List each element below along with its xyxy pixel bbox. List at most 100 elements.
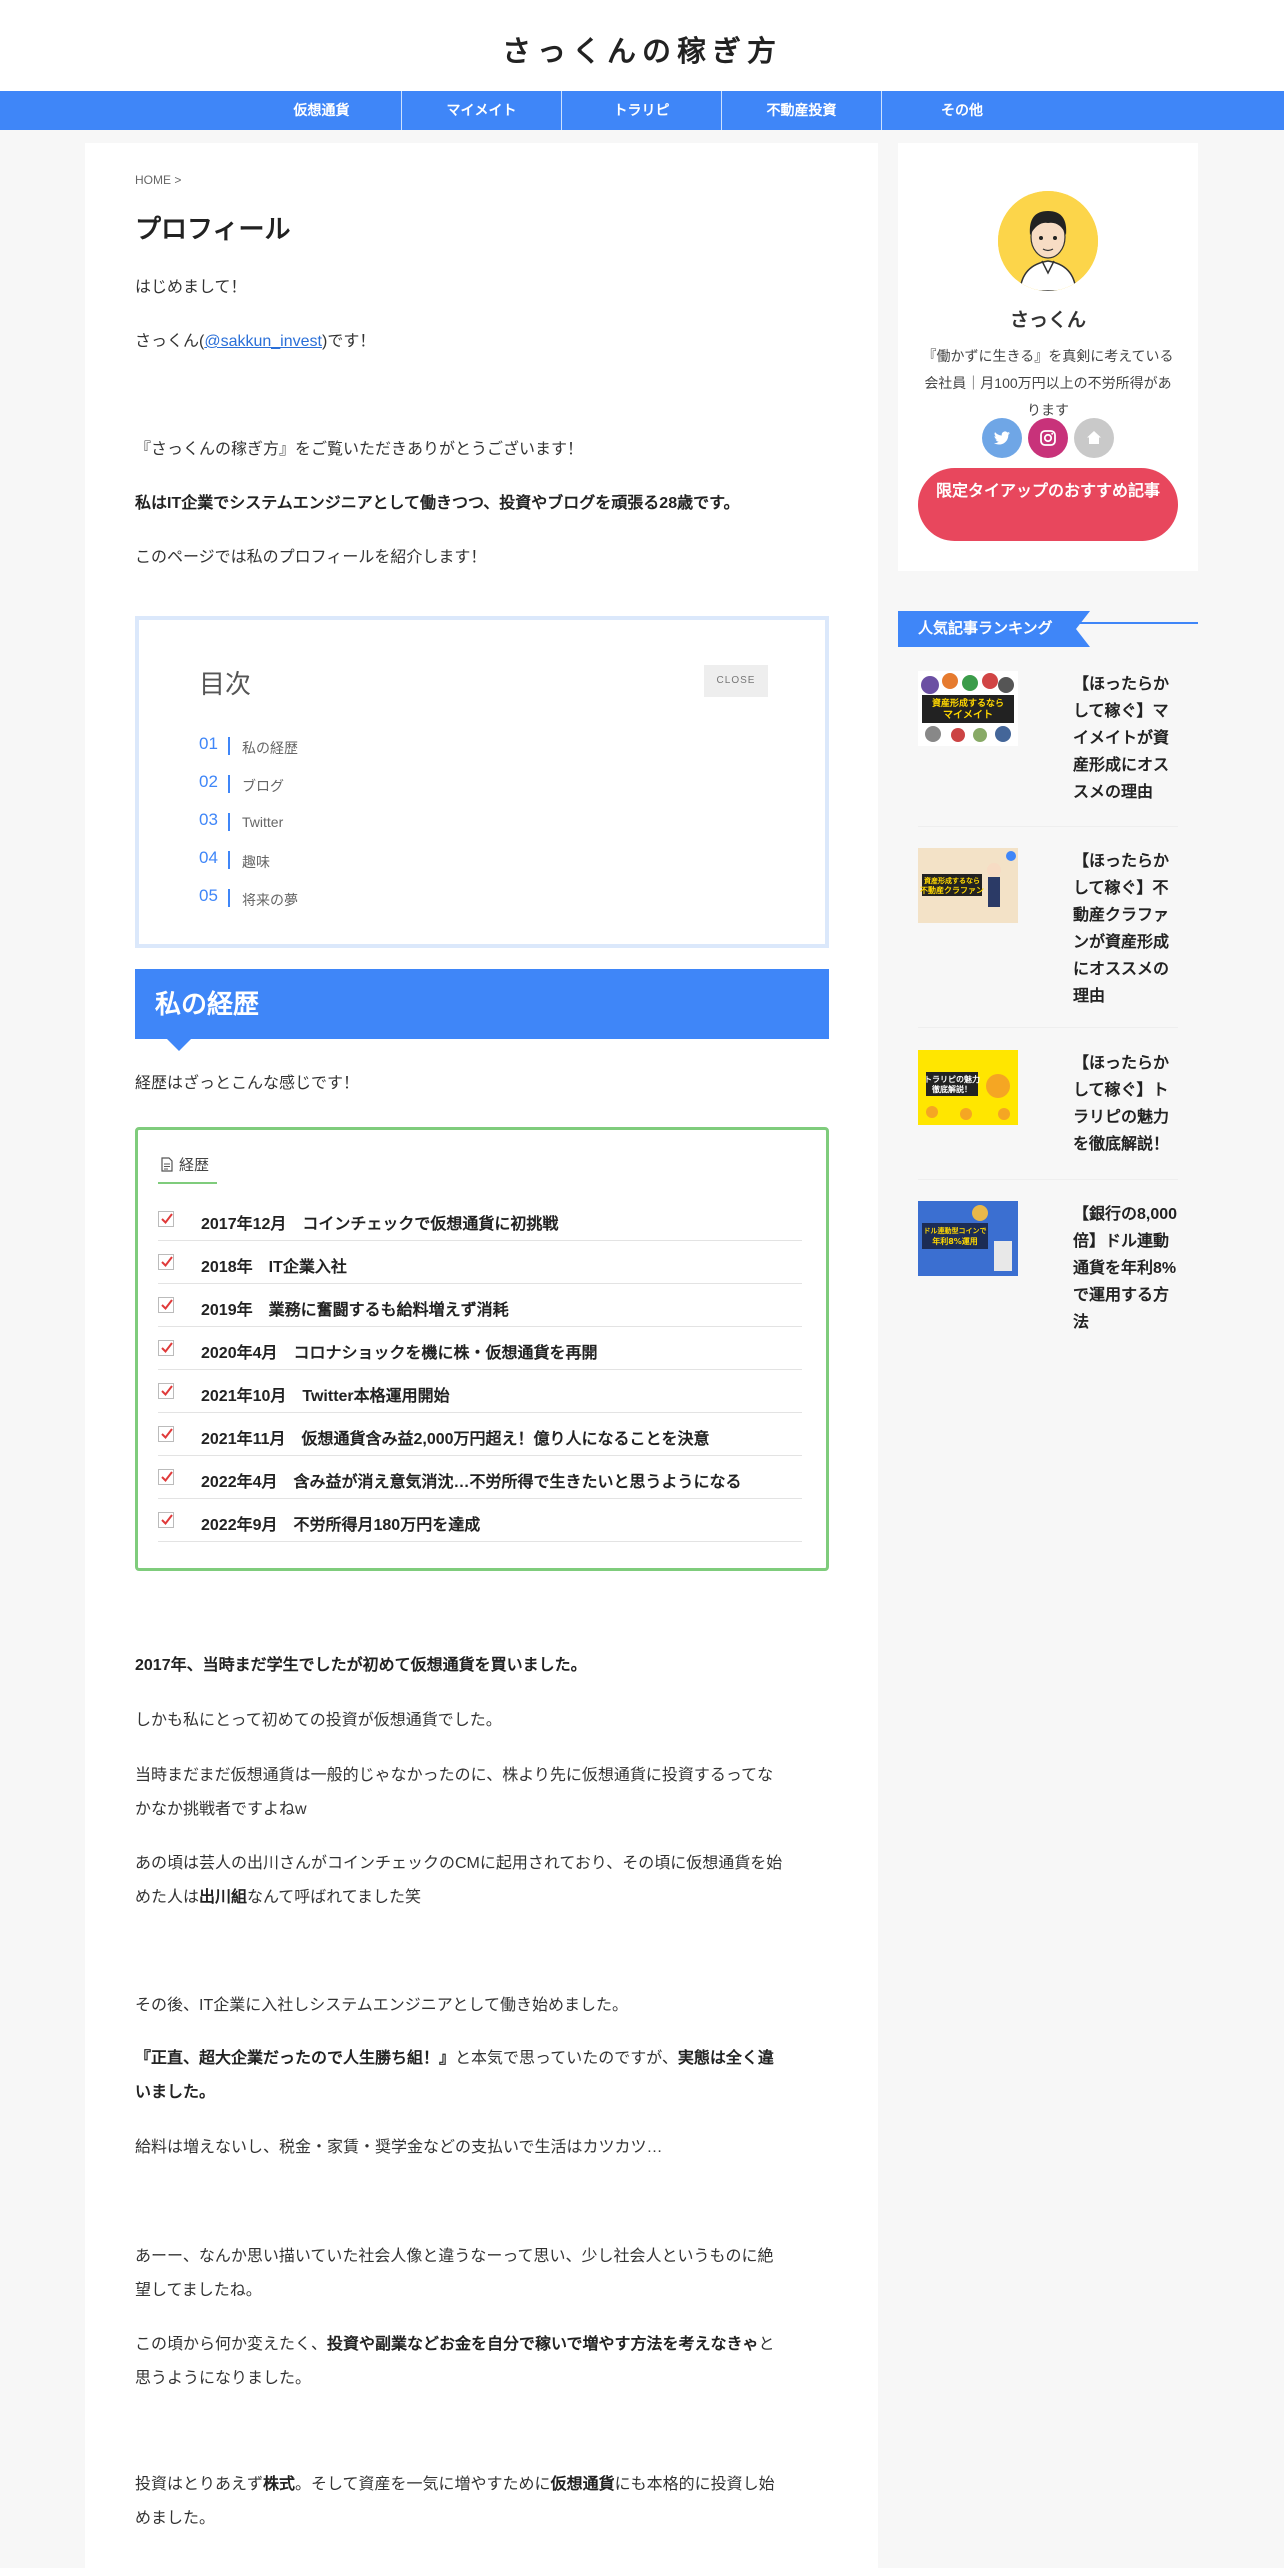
paragraph-text: と本気で思っていたのですが、 xyxy=(455,2050,678,2067)
paragraph-line: 当時まだまだ仮想通貨は一般的じゃなかったのに、株より先に仮想通貨に投資するってな xyxy=(135,1767,774,1784)
svg-text:ドル連動型コインで: ドル連動型コインで xyxy=(924,1226,987,1235)
paragraph: あーー、なんか思い描いていた社会人像と違うなーって思い、少し社会人というものに絶… xyxy=(135,2240,829,2308)
toc-item-label: Twitter xyxy=(242,814,284,830)
check-icon xyxy=(158,1254,174,1270)
toc-divider xyxy=(228,889,230,907)
twitter-handle-link[interactable]: @sakkun_invest xyxy=(204,333,322,350)
ranking-title[interactable]: 【銀行の8,000倍】ドル連動通貨を年利8%で運用する方法 xyxy=(1073,1201,1183,1336)
ranking-title[interactable]: 【ほったらかして稼ぐ】不動産クラファンが資産形成にオススメの理由 xyxy=(1073,848,1183,1010)
table-of-contents: 目次 CLOSE 01 私の経歴 02 ブログ 03 Twitter 04 趣味 05 将… xyxy=(135,616,829,948)
svg-text:徹底解説！: 徹底解説！ xyxy=(931,1084,972,1094)
avatar xyxy=(998,191,1098,291)
main-content: HOME > プロフィール はじめまして！ さっくん(@sakkun_inves… xyxy=(85,143,878,2568)
career-text: 2018年 IT企業入社 xyxy=(201,1259,347,1276)
career-row: 2017年12月 コインチェックで仮想通貨に初挑戦 xyxy=(158,1198,802,1241)
paragraph: 2017年、当時まだ学生でしたが初めて仮想通貨を買いました。 xyxy=(135,1649,829,1683)
toc-item-label: 趣味 xyxy=(242,854,270,870)
paragraph: 当時まだまだ仮想通貨は一般的じゃなかったのに、株より先に仮想通貨に投資するってな… xyxy=(135,1759,829,1827)
ranking-item[interactable]: トラリピの魅力 徹底解説！ 【ほったらかして稼ぐ】トラリピの魅力を徹底解説！ xyxy=(918,1050,1178,1180)
paragraph-bold: 投資や副業などお金を自分で稼いで増やす方法を考えなきゃ xyxy=(327,2336,759,2353)
nav-item-crypto[interactable]: 仮想通貨 xyxy=(242,91,402,130)
tieup-recommend-button[interactable]: 限定タイアップのおすすめ記事 xyxy=(918,468,1178,541)
intro-name-suffix: )です！ xyxy=(321,333,376,350)
ranking-thumbnail[interactable]: ドル連動型コインで 年利8%運用 xyxy=(918,1201,1018,1276)
paragraph: この頃から何か変えたく、投資や副業などお金を自分で稼いで増やす方法を考えなきゃと… xyxy=(135,2328,829,2396)
document-icon xyxy=(161,1157,173,1172)
greeting-text: はじめまして！ xyxy=(135,279,247,296)
check-icon xyxy=(158,1340,174,1356)
nav-item-mymate[interactable]: マイメイト xyxy=(402,91,562,130)
paragraph-bold: 仮想通貨 xyxy=(550,2476,615,2493)
toc-item-label: 将来の夢 xyxy=(242,892,298,908)
paragraph-text: 投資はとりあえず xyxy=(135,2476,264,2493)
paragraph-bold: 出川組 xyxy=(199,1889,248,1906)
heading-arrow xyxy=(167,1039,191,1051)
ranking-thumbnail[interactable]: トラリピの魅力 徹底解説！ xyxy=(918,1050,1018,1125)
paragraph-text: にも本格的に投資し始 xyxy=(614,2476,775,2493)
career-row: 2021年10月 Twitter本格運用開始 xyxy=(158,1370,802,1413)
paragraph-line: 思うようになりました。 xyxy=(135,2370,312,2387)
ranking-title[interactable]: 【ほったらかして稼ぐ】マイメイトが資産形成にオススメの理由 xyxy=(1073,671,1183,806)
toc-divider xyxy=(228,813,230,831)
check-icon xyxy=(158,1426,174,1442)
ranking-title[interactable]: 【ほったらかして稼ぐ】トラリピの魅力を徹底解説！ xyxy=(1073,1050,1183,1158)
ranking-item[interactable]: 資産形成するなら マイメイト 【ほったらかして稼ぐ】マイメイトが資産形成にオスス… xyxy=(918,671,1178,827)
toc-title: 目次 xyxy=(199,669,252,699)
site-header: さっくんの稼ぎ方 xyxy=(0,0,1284,91)
home-icon xyxy=(1087,431,1101,444)
ranking-thumbnail[interactable]: 資産形成するなら 不動産クラファン xyxy=(918,848,1018,923)
intro-name: さっくん(@sakkun_invest)です！ xyxy=(135,325,829,359)
paragraph: 給料は増えないし、税金・家賃・奨学金などの支払いで生活はカツカツ… xyxy=(135,2139,663,2156)
toc-item-number: 03 xyxy=(199,810,218,829)
paragraph-text: と xyxy=(758,2336,775,2353)
paragraph-text: なんて呼ばれてました笑 xyxy=(247,1889,421,1906)
paragraph-text: めた人は xyxy=(135,1889,200,1906)
paragraph-line: あーー、なんか思い描いていた社会人像と違うなーって思い、少し社会人というものに絶 xyxy=(135,2248,774,2265)
svg-text:資産形成するなら: 資産形成するなら xyxy=(924,876,980,885)
svg-text:不動産クラファン: 不動産クラファン xyxy=(920,885,984,895)
toc-divider xyxy=(228,775,230,793)
page-intro-text: このページでは私のプロフィールを紹介します！ xyxy=(135,549,487,566)
career-row: 2019年 業務に奮闘するも給料増えず消耗 xyxy=(158,1284,802,1327)
career-box: 経歴 2017年12月 コインチェックで仮想通貨に初挑戦 2018年 IT企業入… xyxy=(135,1127,829,1571)
paragraph-line: 望してましたね。 xyxy=(135,2282,262,2299)
toc-divider xyxy=(228,851,230,869)
twitter-button[interactable] xyxy=(982,418,1022,458)
profile-name: さっくん xyxy=(1009,310,1086,331)
career-box-title-text: 経歴 xyxy=(179,1157,210,1174)
home-button[interactable] xyxy=(1074,418,1114,458)
career-row: 2018年 IT企業入社 xyxy=(158,1241,802,1284)
nav-item-other[interactable]: その他 xyxy=(882,91,1042,130)
paragraph-line: あの頃は芸人の出川さんがコインチェックのCMに起用されており、その頃に仮想通貨を… xyxy=(135,1855,783,1872)
nav-item-torapi[interactable]: トラリピ xyxy=(562,91,722,130)
ranking-thumbnail[interactable]: 資産形成するなら マイメイト xyxy=(918,671,1018,746)
check-icon xyxy=(158,1297,174,1313)
paragraph-bold: 株式 xyxy=(263,2476,296,2493)
bio-bold: 私はIT企業でシステムエンジニアとして働きつつ、投資やブログを頑張る28歳です。 xyxy=(135,495,740,512)
intro-name-prefix: さっくん( xyxy=(135,333,205,350)
instagram-button[interactable] xyxy=(1028,418,1068,458)
toc-close-button[interactable]: CLOSE xyxy=(704,665,768,697)
career-row: 2022年9月 不労所得月180万円を達成 xyxy=(158,1499,802,1542)
svg-text:トラリピの魅力: トラリピの魅力 xyxy=(924,1074,980,1084)
career-row: 2021年11月 仮想通貨含み益2,000万円超え！億り人になることを決意 xyxy=(158,1413,802,1456)
paragraph-line: かなか挑戦者ですよねw xyxy=(135,1801,307,1818)
toc-item-label: 私の経歴 xyxy=(242,740,298,756)
career-lead: 経歴はざっとこんな感じです！ xyxy=(135,1075,360,1092)
toc-item-label: ブログ xyxy=(242,778,284,794)
paragraph: 投資はとりあえず株式。そして資産を一気に増やすために仮想通貨にも本格的に投資し始… xyxy=(135,2468,829,2536)
bio-text: 私はIT企業でシステムエンジニアとして働きつつ、投資やブログを頑張る28歳です。 xyxy=(135,487,829,521)
toc-item-number: 04 xyxy=(199,848,218,867)
twitter-icon xyxy=(994,431,1010,445)
breadcrumb[interactable]: HOME > xyxy=(135,173,181,187)
career-row: 2020年4月 コロナショックを機に株・仮想通貨を再開 xyxy=(158,1327,802,1370)
ranking-item[interactable]: ドル連動型コインで 年利8%運用 【銀行の8,000倍】ドル連動通貨を年利8%で… xyxy=(918,1201,1178,1337)
ranking-item[interactable]: 資産形成するなら 不動産クラファン 【ほったらかして稼ぐ】不動産クラファンが資産… xyxy=(918,848,1178,1028)
toc-item-number: 05 xyxy=(199,886,218,905)
career-text: 2021年11月 仮想通貨含み益2,000万円超え！億り人になることを決意 xyxy=(201,1431,710,1448)
svg-text:年利8%運用: 年利8%運用 xyxy=(932,1236,978,1246)
toc-divider xyxy=(228,737,230,755)
nav-item-realestate[interactable]: 不動産投資 xyxy=(722,91,882,130)
site-title[interactable]: さっくんの稼ぎ方 xyxy=(0,28,1284,70)
paragraph-bold: 『正直、超大企業だったので人生勝ち組！』 xyxy=(135,2050,456,2067)
